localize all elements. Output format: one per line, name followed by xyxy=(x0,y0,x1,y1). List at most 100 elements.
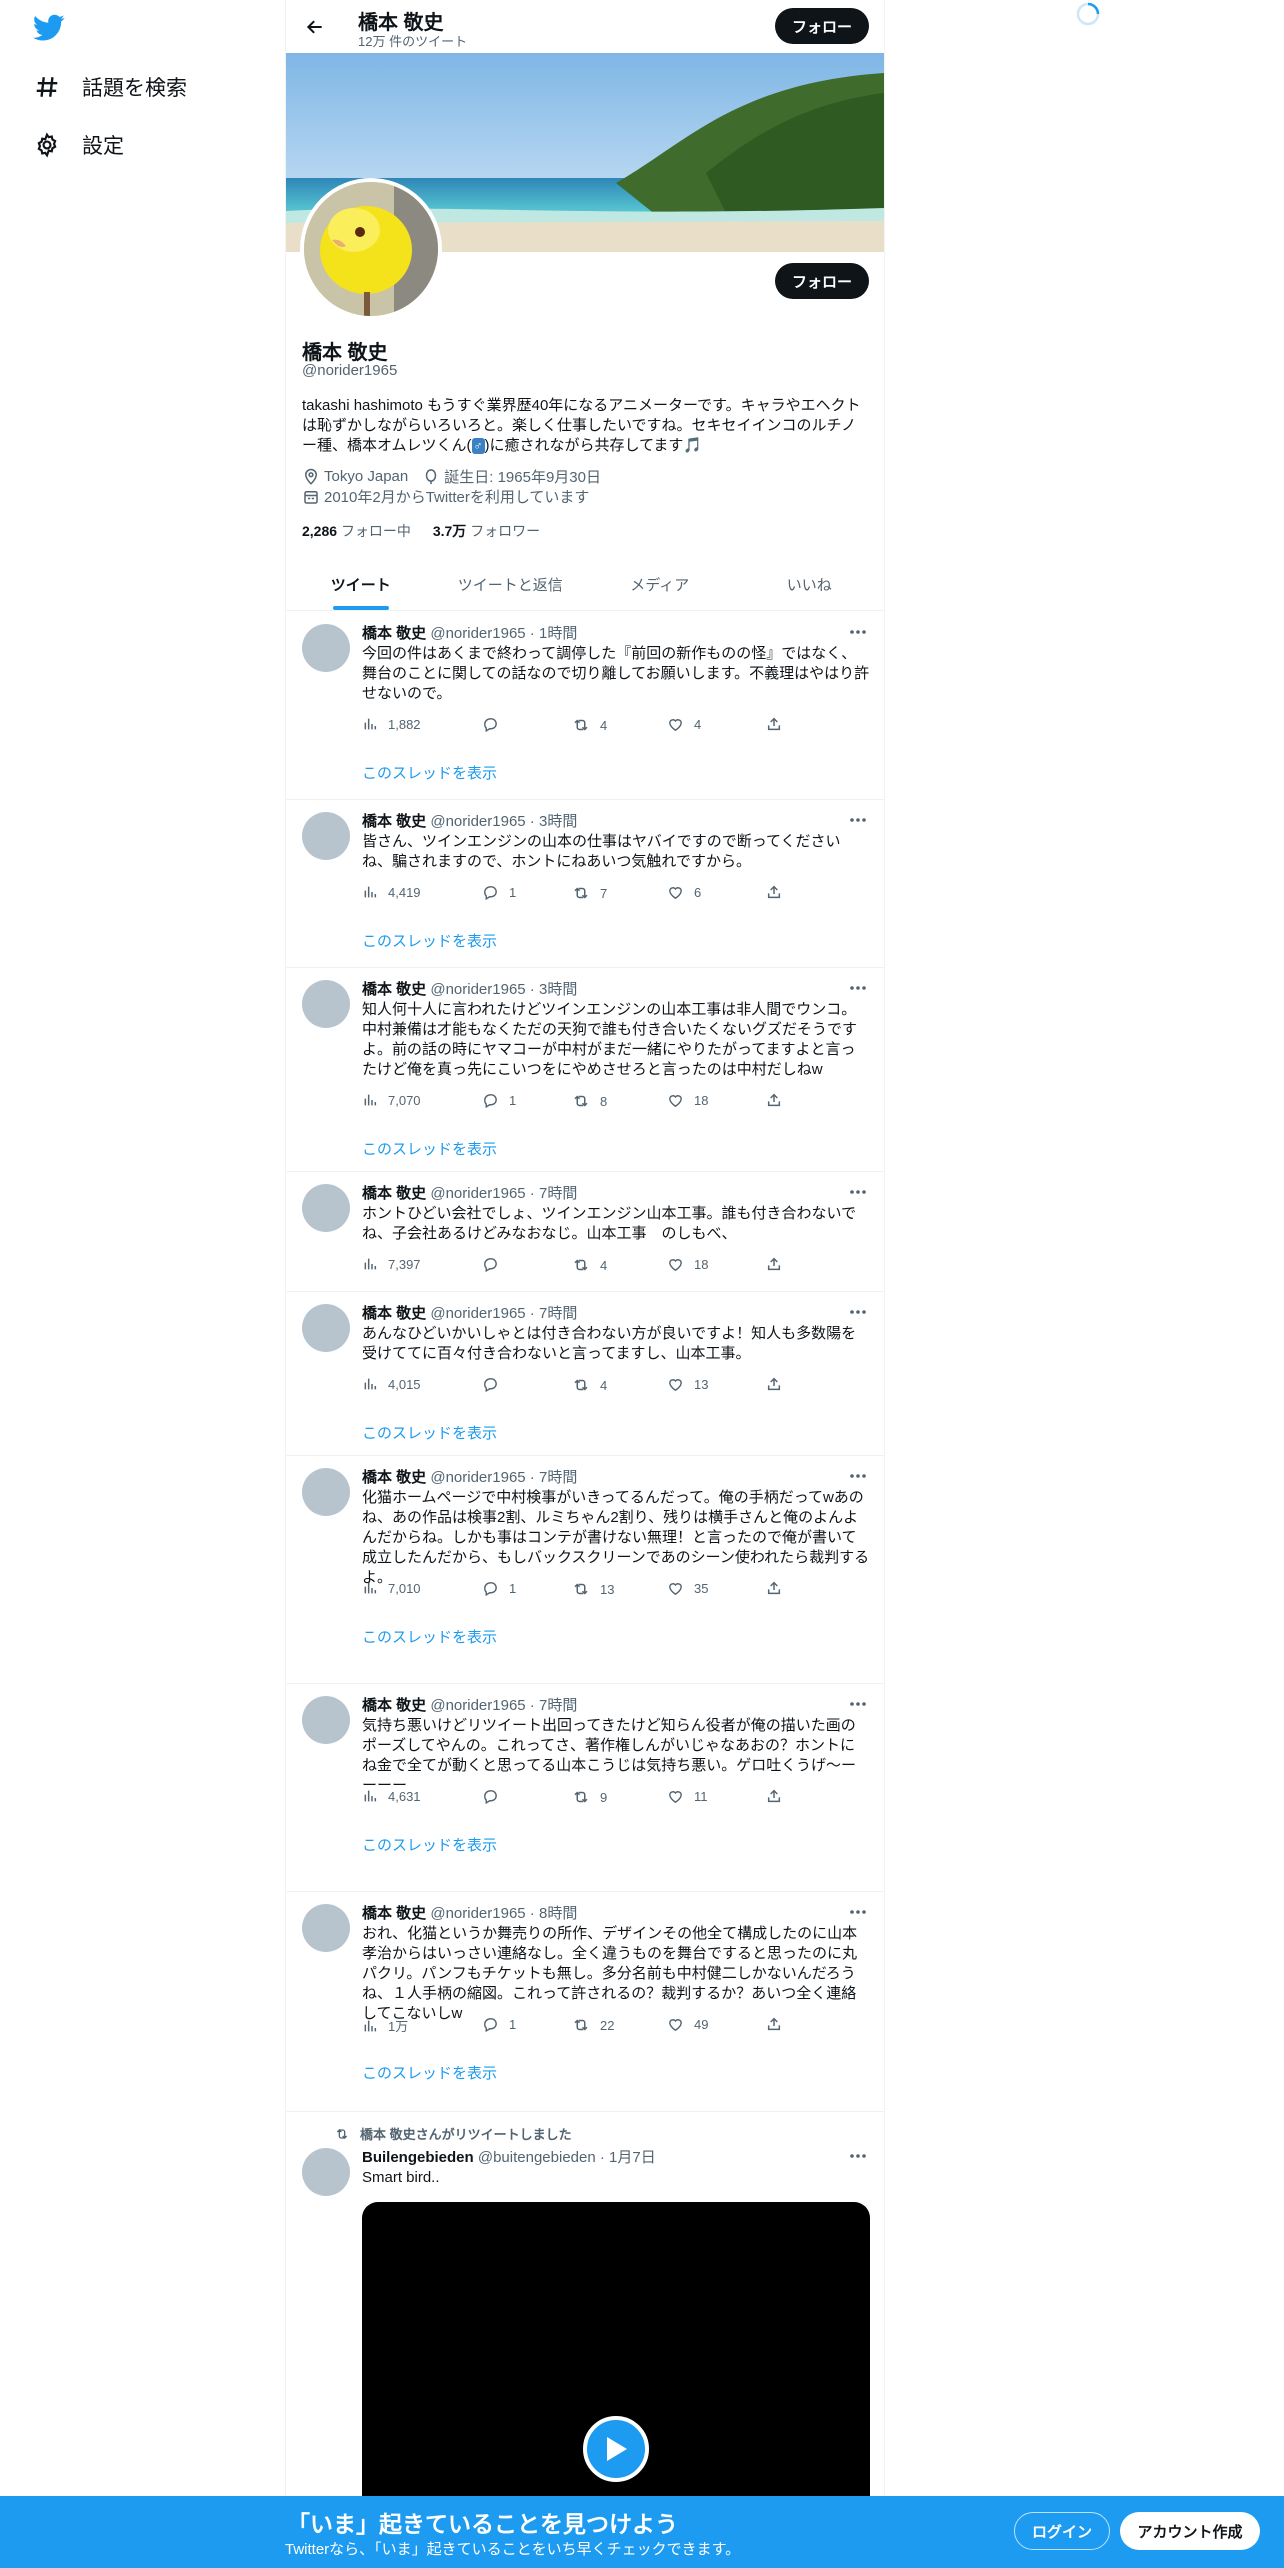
share-button[interactable] xyxy=(766,1580,782,1596)
profile-avatar[interactable] xyxy=(300,178,442,320)
retweet-button[interactable]: 8 xyxy=(572,1092,607,1110)
reply-button[interactable]: 1 xyxy=(482,1092,516,1109)
reply-button[interactable]: 1 xyxy=(482,1580,516,1597)
followers-link[interactable]: 3.7万 フォロワー xyxy=(433,523,540,539)
tweet[interactable]: 橋本 敬史 @norider1965 · 1時間 今回の件はあくまで終わって調停し… xyxy=(286,612,884,800)
retweet-button[interactable]: 4 xyxy=(572,716,607,734)
tweet-time[interactable]: 1時間 xyxy=(539,625,577,642)
tweet[interactable]: 橋本 敬史 @norider1965 · 3時間 知人何十人に言われたけどツインエ… xyxy=(286,968,884,1172)
more-options-icon[interactable] xyxy=(848,1466,868,1486)
tweet-author-name[interactable]: 橋本 敬史 xyxy=(362,1185,426,1202)
reply-button[interactable] xyxy=(482,1376,509,1393)
tab-tweets-and-replies[interactable]: ツイートと返信 xyxy=(436,558,586,610)
tweet-time[interactable]: 3時間 xyxy=(539,981,577,998)
reply-button[interactable]: 1 xyxy=(482,884,516,901)
play-icon[interactable] xyxy=(583,2416,649,2482)
tweet-author-name[interactable]: 橋本 敬史 xyxy=(362,625,426,642)
avatar[interactable] xyxy=(302,1184,350,1232)
nav-explore[interactable]: 話題を検索 xyxy=(32,62,187,112)
tweet[interactable]: 橋本 敬史 @norider1965 · 7時間 あんなひどいかいしゃとは付き合わ… xyxy=(286,1292,884,1456)
more-options-icon[interactable] xyxy=(848,1182,868,1202)
tweet-time[interactable]: 8時間 xyxy=(539,1905,577,1922)
share-button[interactable] xyxy=(766,1376,782,1392)
back-arrow-icon[interactable] xyxy=(298,10,332,44)
show-thread-link[interactable]: このスレッドを表示 xyxy=(362,930,497,951)
tweet-author-name[interactable]: 橋本 敬史 xyxy=(362,813,426,830)
like-button[interactable]: 4 xyxy=(667,716,701,733)
avatar[interactable] xyxy=(302,1904,350,1952)
more-options-icon[interactable] xyxy=(848,1302,868,1322)
share-button[interactable] xyxy=(766,1788,782,1804)
tweet-author-handle[interactable]: @norider1965 xyxy=(430,1185,525,1202)
tweet-author-handle[interactable]: @norider1965 xyxy=(430,1905,525,1922)
show-thread-link[interactable]: このスレッドを表示 xyxy=(362,2062,497,2083)
more-options-icon[interactable] xyxy=(848,1694,868,1714)
avatar[interactable] xyxy=(302,1468,350,1516)
like-button[interactable]: 13 xyxy=(667,1376,708,1393)
views-button[interactable]: 4,631 xyxy=(362,1788,421,1804)
views-button[interactable]: 7,397 xyxy=(362,1256,421,1272)
views-button[interactable]: 1万 xyxy=(362,2016,408,2035)
tweet-author-name[interactable]: 橋本 敬史 xyxy=(362,1305,426,1322)
avatar[interactable] xyxy=(302,812,350,860)
reply-button[interactable] xyxy=(482,1256,509,1273)
share-button[interactable] xyxy=(766,2016,782,2032)
share-button[interactable] xyxy=(766,884,782,900)
header-follow-button[interactable]: フォロー xyxy=(775,8,869,44)
show-thread-link[interactable]: このスレッドを表示 xyxy=(362,1422,497,1443)
login-button[interactable]: ログイン xyxy=(1014,2512,1110,2550)
retweet-button[interactable]: 4 xyxy=(572,1256,607,1274)
tweet-author-handle[interactable]: @norider1965 xyxy=(430,1469,525,1486)
retweet-button[interactable]: 4 xyxy=(572,1376,607,1394)
tweet[interactable]: 橋本 敬史 @norider1965 · 7時間 ホントひどい会社でしょ、ツインエ… xyxy=(286,1172,884,1292)
retweet-button[interactable]: 13 xyxy=(572,1580,614,1598)
like-button[interactable]: 18 xyxy=(667,1256,708,1273)
reply-button[interactable] xyxy=(482,716,509,733)
tweet-author-handle[interactable]: @norider1965 xyxy=(430,813,525,830)
tweet-time[interactable]: 7時間 xyxy=(539,1305,577,1322)
more-options-icon[interactable] xyxy=(848,1902,868,1922)
views-button[interactable]: 7,070 xyxy=(362,1092,421,1108)
like-button[interactable]: 49 xyxy=(667,2016,708,2033)
tweet[interactable]: 橋本 敬史 @norider1965 · 8時間 おれ、化猫というか舞売りの所作、… xyxy=(286,1892,884,2112)
views-button[interactable]: 4,419 xyxy=(362,884,421,900)
like-button[interactable]: 6 xyxy=(667,884,701,901)
tweet-author-name[interactable]: 橋本 敬史 xyxy=(362,1905,426,1922)
retweet-button[interactable]: 7 xyxy=(572,884,607,902)
avatar[interactable] xyxy=(302,624,350,672)
tweet-time[interactable]: 7時間 xyxy=(539,1185,577,1202)
like-button[interactable]: 11 xyxy=(667,1788,708,1805)
tweet-time[interactable]: 7時間 xyxy=(539,1697,577,1714)
more-options-icon[interactable] xyxy=(848,978,868,998)
following-link[interactable]: 2,286 フォロー中 xyxy=(302,523,411,539)
avatar[interactable] xyxy=(302,1696,350,1744)
more-options-icon[interactable] xyxy=(848,2146,868,2166)
share-button[interactable] xyxy=(766,716,782,732)
tweet-author-handle[interactable]: @norider1965 xyxy=(430,1697,525,1714)
tab-media[interactable]: メディア xyxy=(585,558,735,610)
signup-button[interactable]: アカウント作成 xyxy=(1120,2512,1260,2550)
more-options-icon[interactable] xyxy=(848,622,868,642)
tweet[interactable]: 橋本 敬史 @norider1965 · 7時間 気持ち悪いけどリツイート出回って… xyxy=(286,1684,884,1892)
profile-follow-button[interactable]: フォロー xyxy=(775,263,869,299)
twitter-logo-icon[interactable] xyxy=(33,14,65,42)
nav-settings[interactable]: 設定 xyxy=(32,120,124,170)
avatar[interactable] xyxy=(302,980,350,1028)
avatar[interactable] xyxy=(302,2148,350,2196)
retweet-button[interactable]: 22 xyxy=(572,2016,614,2034)
show-thread-link[interactable]: このスレッドを表示 xyxy=(362,1138,497,1159)
tweet-author-handle[interactable]: @norider1965 xyxy=(430,1305,525,1322)
views-button[interactable]: 1,882 xyxy=(362,716,421,732)
like-button[interactable]: 18 xyxy=(667,1092,708,1109)
show-thread-link[interactable]: このスレッドを表示 xyxy=(362,1834,497,1855)
tweet-author-name[interactable]: 橋本 敬史 xyxy=(362,1469,426,1486)
tab-tweets[interactable]: ツイート xyxy=(286,558,436,610)
show-thread-link[interactable]: このスレッドを表示 xyxy=(362,762,497,783)
tweet-author-name[interactable]: Builengebieden xyxy=(362,2149,474,2166)
retweet-button[interactable]: 9 xyxy=(572,1788,607,1806)
tweet-author-name[interactable]: 橋本 敬史 xyxy=(362,1697,426,1714)
views-button[interactable]: 4,015 xyxy=(362,1376,421,1392)
share-button[interactable] xyxy=(766,1092,782,1108)
tweet-author-handle[interactable]: @norider1965 xyxy=(430,625,525,642)
tweet-author-name[interactable]: 橋本 敬史 xyxy=(362,981,426,998)
